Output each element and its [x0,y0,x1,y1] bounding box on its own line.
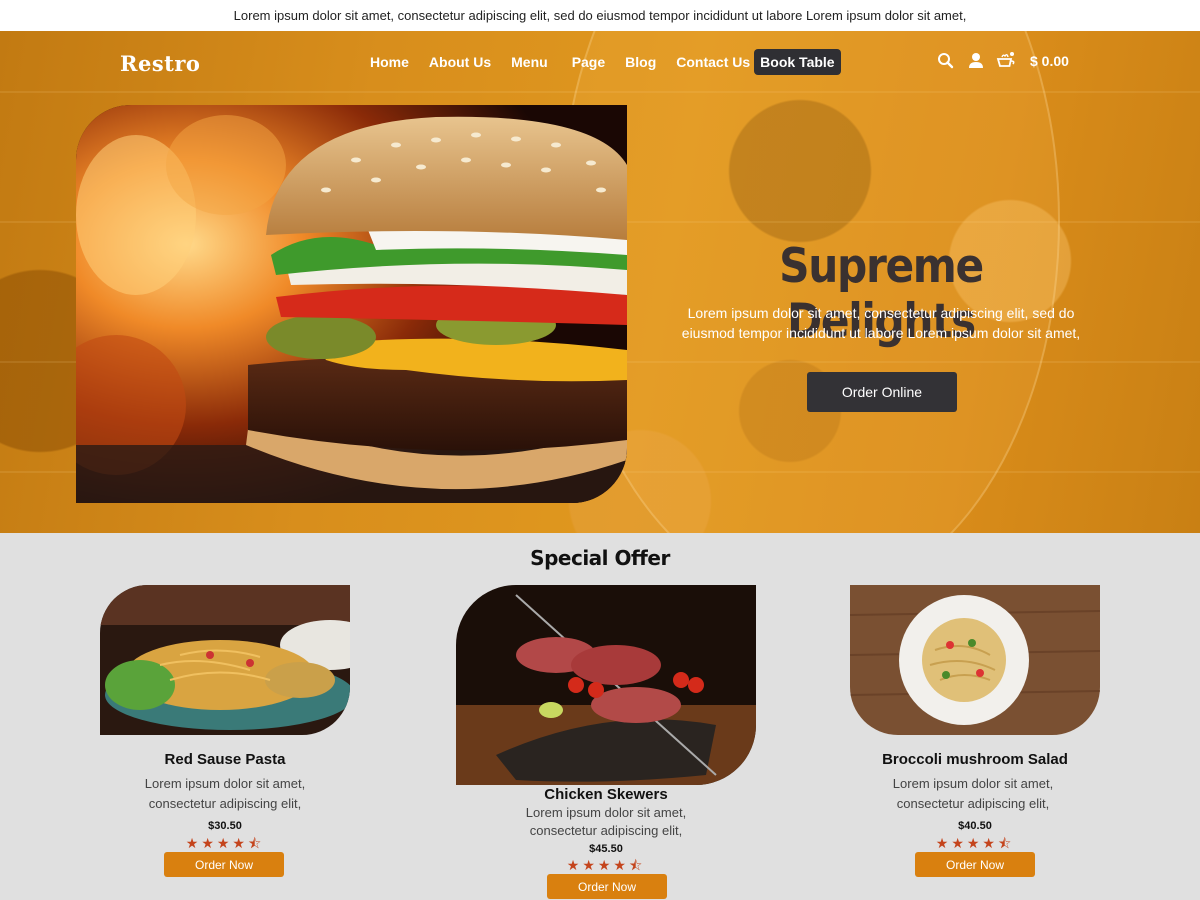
dish-price: $30.50 [208,820,242,832]
dish-image-broccoli-salad[interactable] [850,585,1100,735]
nav-about-us[interactable]: About Us [419,49,501,75]
cart-icon[interactable] [996,51,1016,71]
order-now-button[interactable]: Order Now [915,852,1035,877]
dish-name: Chicken Skewers [544,786,668,803]
dish-description: Lorem ipsum dolor sit amet, consectetur … [892,776,1054,811]
order-online-button[interactable]: Order Online [807,372,957,412]
dish-name: Broccoli mushroom Salad [882,751,1068,768]
order-now-button[interactable]: Order Now [164,852,284,877]
book-table-button[interactable]: Book Table [754,49,841,75]
dish-description: Lorem ipsum dolor sit amet, consectetur … [525,805,687,838]
dish-description: Lorem ipsum dolor sit amet, consectetur … [144,776,306,811]
main-nav: Home About Us Menu Page Blog Contact Us … [360,49,841,75]
hero-section: Restro Home About Us Menu Page Blog Cont… [0,31,1200,533]
nav-home[interactable]: Home [360,49,419,75]
header-actions: $ 0.00 [936,51,1069,71]
dish-image-chicken-skewers[interactable] [456,585,756,785]
hero-burger-image [76,105,627,503]
site-logo[interactable]: Restro [120,51,200,76]
special-offer-title: Special Offer [530,546,670,570]
dish-image-pasta[interactable] [100,585,350,735]
user-icon[interactable] [966,51,986,71]
dish-price: $40.50 [958,820,992,832]
nav-page[interactable]: Page [562,49,615,75]
nav-blog[interactable]: Blog [615,49,666,75]
hero-description: Lorem ipsum dolor sit amet, consectetur … [681,305,1081,341]
nav-menu[interactable]: Menu [501,49,558,75]
announcement-text: Lorem ipsum dolor sit amet, consectetur … [233,8,967,23]
order-now-button[interactable]: Order Now [547,874,667,899]
announcement-bar: Lorem ipsum dolor sit amet, consectetur … [0,0,1200,31]
nav-contact-us[interactable]: Contact Us [666,49,752,75]
search-icon[interactable] [936,51,956,71]
dish-name: Red Sause Pasta [164,751,286,768]
dish-price: $45.50 [589,843,623,855]
cart-total[interactable]: $ 0.00 [1030,53,1069,69]
